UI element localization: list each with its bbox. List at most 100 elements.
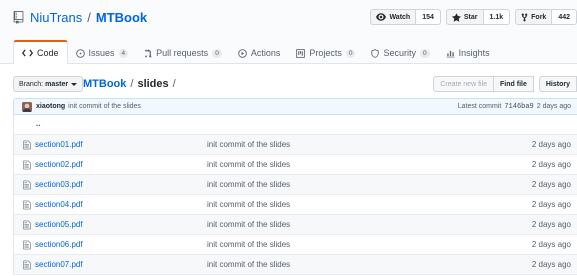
file-icon: [23, 220, 31, 230]
file-navigation: Branch: master MTBook / slides / Create …: [13, 76, 577, 92]
file-name-link[interactable]: section05.pdf: [35, 220, 83, 229]
chevron-down-icon: [71, 82, 78, 86]
file-name-link[interactable]: section01.pdf: [35, 140, 83, 149]
graph-icon: [446, 50, 454, 57]
file-commit-message[interactable]: init commit of the slides: [207, 140, 290, 149]
repo-title: NiuTrans / MTBook: [13, 9, 147, 25]
star-button[interactable]: Star: [445, 9, 484, 25]
file-name-link[interactable]: section03.pdf: [35, 180, 83, 189]
star-group: Star 1.1k: [445, 9, 511, 25]
fork-button[interactable]: Fork: [515, 9, 553, 25]
latest-commit-bar: xiaotong init commit of the slides Lates…: [13, 98, 577, 115]
file-age: 2 days ago: [531, 200, 571, 209]
file-age: 2 days ago: [531, 180, 571, 189]
shield-icon: [371, 48, 380, 58]
file-commit-message[interactable]: init commit of the slides: [207, 240, 290, 249]
file-age: 2 days ago: [531, 160, 571, 169]
star-icon: [451, 12, 461, 22]
tab-security[interactable]: Security 0: [363, 41, 437, 65]
tab-insights[interactable]: Insights: [438, 41, 498, 65]
file-name-link[interactable]: section06.pdf: [35, 240, 83, 249]
issues-count-badge: 4: [118, 48, 129, 58]
file-commit-message[interactable]: init commit of the slides: [207, 160, 290, 169]
table-row: section05.pdf init commit of the slides …: [14, 215, 577, 235]
breadcrumb-separator: /: [130, 78, 134, 90]
file-commit-message[interactable]: init commit of the slides: [207, 200, 290, 209]
file-actions: Create new file Find file History: [433, 76, 577, 92]
commit-message-link[interactable]: init commit of the slides: [68, 103, 141, 110]
history-button[interactable]: History: [538, 76, 577, 92]
file-age: 2 days ago: [531, 140, 571, 149]
file-icon: [23, 160, 31, 170]
find-file-button[interactable]: Find file: [494, 76, 534, 92]
tab-insights-label: Insights: [458, 48, 490, 58]
table-row: section06.pdf init commit of the slides …: [14, 235, 577, 255]
repo-title-separator: /: [87, 9, 91, 25]
code-icon: [22, 49, 33, 57]
file-commit-message[interactable]: init commit of the slides: [207, 180, 290, 189]
tab-code-label: Code: [37, 48, 59, 58]
issue-icon: [75, 48, 85, 58]
file-name-link[interactable]: section02.pdf: [35, 160, 83, 169]
repo-icon: [13, 10, 24, 24]
breadcrumb: MTBook / slides /: [83, 76, 180, 92]
file-name-link[interactable]: section07.pdf: [35, 260, 83, 269]
tab-projects[interactable]: Projects 0: [288, 41, 363, 65]
parent-dir-link[interactable]: ..: [36, 119, 40, 128]
pull-request-icon: [145, 48, 152, 57]
file-icon: [23, 260, 31, 270]
star-label: Star: [463, 13, 478, 21]
file-list: .. section01.pdf init commit of the slid…: [13, 115, 577, 275]
tab-actions[interactable]: Actions: [230, 41, 289, 65]
file-age: 2 days ago: [531, 260, 571, 269]
tab-security-label: Security: [383, 48, 416, 58]
file-name-link[interactable]: section04.pdf: [35, 200, 83, 209]
tab-projects-label: Projects: [309, 48, 342, 58]
fork-icon: [521, 13, 528, 21]
security-count-badge: 0: [419, 48, 430, 58]
fork-count[interactable]: 442: [552, 9, 577, 25]
star-count[interactable]: 1.1k: [483, 9, 511, 25]
watch-button[interactable]: Watch: [370, 9, 417, 25]
file-icon: [23, 200, 31, 210]
commit-author-link[interactable]: xiaotong: [36, 103, 65, 110]
table-row: section02.pdf init commit of the slides …: [14, 155, 577, 175]
tab-pull-requests-label: Pull requests: [156, 48, 209, 58]
repo-owner-link[interactable]: NiuTrans: [30, 10, 82, 25]
table-row: section01.pdf init commit of the slides …: [14, 135, 577, 155]
tab-code[interactable]: Code: [13, 40, 68, 65]
table-row: section07.pdf init commit of the slides …: [14, 255, 577, 275]
projects-count-badge: 0: [345, 48, 356, 58]
tab-issues[interactable]: Issues 4: [68, 41, 137, 65]
commit-sha-link[interactable]: 7146ba9: [504, 103, 533, 111]
repo-actions: Watch 154 Star 1.1k Fork 442: [365, 9, 577, 25]
table-row: section04.pdf init commit of the slides …: [14, 195, 577, 215]
avatar[interactable]: [22, 101, 32, 112]
repo-header: NiuTrans / MTBook Watch 154 Star 1.1k Fo…: [0, 0, 577, 65]
file-icon: [23, 180, 31, 190]
commit-meta: Latest commit 7146ba9 2 days ago: [458, 99, 571, 114]
pull-requests-count-badge: 0: [212, 48, 222, 58]
commit-age: 2 days ago: [536, 103, 571, 110]
branch-select-button[interactable]: Branch: master: [13, 76, 84, 92]
file-icon: [23, 140, 31, 150]
fork-group: Fork 442: [515, 9, 577, 25]
repo-tabs: Code Issues 4 Pull requests 0 Actions Pr…: [13, 40, 498, 65]
actions-play-icon: [238, 48, 247, 58]
tab-actions-label: Actions: [250, 48, 281, 58]
create-new-file-button[interactable]: Create new file: [433, 76, 495, 92]
file-commit-message[interactable]: init commit of the slides: [207, 260, 290, 269]
watch-label: Watch: [389, 13, 411, 21]
breadcrumb-trailing-separator: /: [172, 78, 176, 90]
file-commit-message[interactable]: init commit of the slides: [207, 220, 290, 229]
watch-count[interactable]: 154: [416, 9, 441, 25]
parent-dir-row[interactable]: ..: [14, 115, 577, 135]
file-age: 2 days ago: [531, 240, 571, 249]
table-row: section03.pdf init commit of the slides …: [14, 175, 577, 195]
breadcrumb-root-link[interactable]: MTBook: [83, 78, 126, 90]
tab-pull-requests[interactable]: Pull requests 0: [136, 41, 230, 65]
breadcrumb-current-dir: slides: [137, 78, 169, 90]
repo-name-link[interactable]: MTBook: [96, 10, 147, 25]
tab-issues-label: Issues: [88, 48, 115, 58]
file-age: 2 days ago: [531, 220, 571, 229]
